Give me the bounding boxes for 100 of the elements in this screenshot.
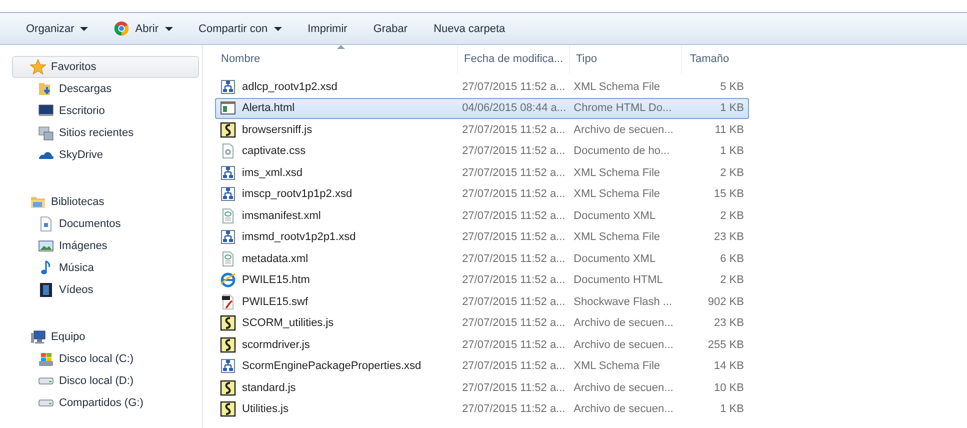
date-cell-text: 04/06/2015 08:44 a...	[461, 102, 568, 114]
date-cell-text: 27/07/2015 11:52 a...	[461, 382, 566, 394]
column-header[interactable]: Fecha de modifica...	[458, 45, 570, 73]
date-cell-text: 27/07/2015 11:52 a...	[461, 338, 566, 351]
sidebar-item[interactable]: Imágenes	[12, 235, 199, 257]
size-cell-text: 255 KB	[706, 338, 745, 351]
toolbar-button[interactable]: Nueva carpeta	[426, 18, 518, 38]
chrome-icon	[114, 21, 130, 36]
type-cell-text: XML Schema File	[572, 188, 662, 200]
sidebar-item[interactable]: Escritorio	[12, 100, 199, 122]
schema-file-icon	[220, 164, 236, 181]
sidebar-item[interactable]: SkyDrive	[12, 144, 199, 166]
file-row[interactable]: adlcp_rootv1p2.xsd 27/07/2015 11:52 a... XML Schema File 5 KB	[215, 76, 749, 98]
date-cell-text: 27/07/2015 11:52 a...	[461, 317, 566, 330]
file-row[interactable]: scormdriver.js 27/07/2015 11:52 a... Archivo de secuen... 255 KB	[215, 334, 749, 356]
date-cell-text: 27/07/2015 11:52 a...	[461, 210, 566, 222]
file-name: standard.js	[242, 382, 296, 394]
film-icon	[38, 282, 54, 298]
size-cell-text: 5 KB	[719, 80, 745, 93]
schema-file-icon	[220, 358, 236, 374]
sidebar-item[interactable]: Música	[12, 257, 199, 279]
sidebar-item[interactable]: Sitios recientes	[12, 122, 199, 144]
file-name: imsmd_rootv1p2p1.xsd	[242, 231, 356, 244]
date-cell-text: 27/07/2015 11:52 a...	[461, 252, 566, 265]
script-file-icon	[220, 401, 236, 418]
toolbar-button[interactable]: Abrir	[106, 17, 185, 40]
sidebar-item[interactable]: Compartidos (G:)	[12, 392, 199, 414]
type-cell-text: Archivo de secuen...	[572, 124, 674, 136]
file-row[interactable]: Alerta.html 04/06/2015 08:44 a... Chrome HTML Do... 1 KB	[215, 98, 749, 119]
stylesheet-file-icon	[220, 143, 236, 160]
size-cell-text: 23 KB	[713, 317, 745, 330]
size-cell-text: 2 KB	[719, 210, 745, 222]
sidebar-item[interactable]: Favoritos	[12, 56, 199, 78]
size-cell-text: 1 KB	[719, 102, 745, 114]
toolbar-button[interactable]: Compartir con	[190, 18, 294, 38]
type-cell-text: Archivo de secuen...	[572, 382, 674, 394]
type-cell-text: Documento HTML	[572, 274, 664, 286]
sidebar-item[interactable]: Equipo	[12, 326, 199, 348]
type-cell-text: Shockwave Flash ...	[572, 296, 674, 308]
type-cell-text: Documento de ho...	[572, 145, 671, 158]
date-cell-text: 27/07/2015 11:52 a...	[461, 403, 566, 416]
toolbar-button[interactable]: Organizar	[18, 18, 100, 38]
file-row[interactable]: standard.js 27/07/2015 11:52 a... Archivo de secuen... 10 KB	[215, 377, 749, 398]
drive-icon	[38, 351, 54, 367]
file-row[interactable]: SCORM_utilities.js 27/07/2015 11:52 a... Archivo de secuen... 23 KB	[215, 312, 749, 334]
size-cell-text: 23 KB	[713, 231, 745, 244]
file-name: browsersniff.js	[242, 124, 312, 136]
date-cell-text: 27/07/2015 11:52 a...	[461, 145, 566, 158]
script-file-icon	[220, 336, 236, 353]
size-cell-text: 10 KB	[713, 382, 745, 394]
file-name: Alerta.html	[242, 102, 295, 114]
file-row[interactable]: browsersniff.js 27/07/2015 11:52 a... Archivo de secuen... 11 KB	[215, 119, 749, 140]
column-header[interactable]: Nombre	[215, 45, 458, 73]
sidebar-item[interactable]: Descargas	[12, 78, 199, 100]
sidebar-item[interactable]: Vídeos	[12, 279, 199, 301]
sidebar-item[interactable]: Bibliotecas	[12, 191, 199, 213]
toolbar-button[interactable]: Imprimir	[300, 18, 360, 38]
file-row[interactable]: metadata.xml 27/07/2015 11:52 a... Documento XML 6 KB	[215, 248, 749, 270]
file-row[interactable]: PWILE15.htm 27/07/2015 11:52 a... Documento HTML 2 KB	[215, 270, 749, 291]
document-icon	[38, 216, 54, 232]
file-name: scormdriver.js	[242, 338, 310, 351]
date-cell-text: 27/07/2015 11:52 a...	[461, 274, 566, 286]
date-cell-text: 27/07/2015 11:52 a...	[461, 124, 566, 136]
column-header[interactable]: Tipo	[570, 45, 682, 73]
file-name: captivate.css	[242, 145, 306, 158]
size-cell-text: 11 KB	[714, 124, 745, 136]
file-name: imscp_rootv1p1p2.xsd	[242, 188, 352, 200]
sidebar-item[interactable]: Documentos	[12, 213, 199, 235]
date-cell-text: 27/07/2015 11:52 a...	[461, 231, 566, 244]
file-row[interactable]: Utilities.js 27/07/2015 11:52 a... Archivo de secuen... 1 KB	[215, 398, 749, 420]
size-cell-text: 1 KB	[719, 145, 745, 158]
date-cell-text: 27/07/2015 11:52 a...	[461, 80, 566, 93]
sidebar-item[interactable]: Disco local (C:)	[12, 348, 199, 370]
file-row[interactable]: PWILE15.swf 27/07/2015 11:52 a... Shockwave Flash ... 902 KB	[215, 291, 749, 312]
type-cell-text: XML Schema File	[572, 166, 662, 179]
type-cell-text: XML Schema File	[572, 80, 662, 93]
file-name: metadata.xml	[242, 252, 308, 265]
file-name: ScormEnginePackageProperties.xsd	[242, 360, 422, 372]
file-name: adlcp_rootv1p2.xsd	[242, 80, 338, 93]
file-row[interactable]: ScormEnginePackageProperties.xsd 27/07/2015 11:52 a... XML Schema File 14 KB	[215, 356, 749, 377]
browser-file-icon	[220, 272, 236, 288]
size-cell-text: 14 KB	[713, 360, 745, 372]
type-cell-text: Chrome HTML Do...	[572, 102, 673, 114]
file-row[interactable]: ims_xml.xsd 27/07/2015 11:52 a... XML Schema File 2 KB	[215, 162, 749, 184]
flash-file-icon	[220, 294, 236, 310]
column-header[interactable]: Tamaño	[682, 45, 749, 73]
file-name: SCORM_utilities.js	[242, 317, 334, 330]
type-cell-text: XML Schema File	[572, 360, 662, 372]
monitor-icon	[38, 103, 54, 119]
file-name: ims_xml.xsd	[242, 166, 303, 179]
xml-file-icon	[220, 250, 236, 267]
type-cell-text: Documento XML	[572, 210, 657, 222]
file-row[interactable]: imsmd_rootv1p2p1.xsd 27/07/2015 11:52 a... XML Schema File 23 KB	[215, 226, 749, 248]
size-cell-text: 2 KB	[719, 274, 745, 286]
type-cell-text: Archivo de secuen...	[572, 403, 674, 416]
file-row[interactable]: captivate.css 27/07/2015 11:52 a... Documento de ho... 1 KB	[215, 140, 749, 162]
toolbar-button[interactable]: Grabar	[365, 18, 420, 38]
file-row[interactable]: imscp_rootv1p1p2.xsd 27/07/2015 11:52 a... XML Schema File 15 KB	[215, 184, 749, 205]
sidebar-item[interactable]: Disco local (D:)	[12, 370, 199, 392]
file-row[interactable]: imsmanifest.xml 27/07/2015 11:52 a... Documento XML 2 KB	[215, 205, 749, 226]
